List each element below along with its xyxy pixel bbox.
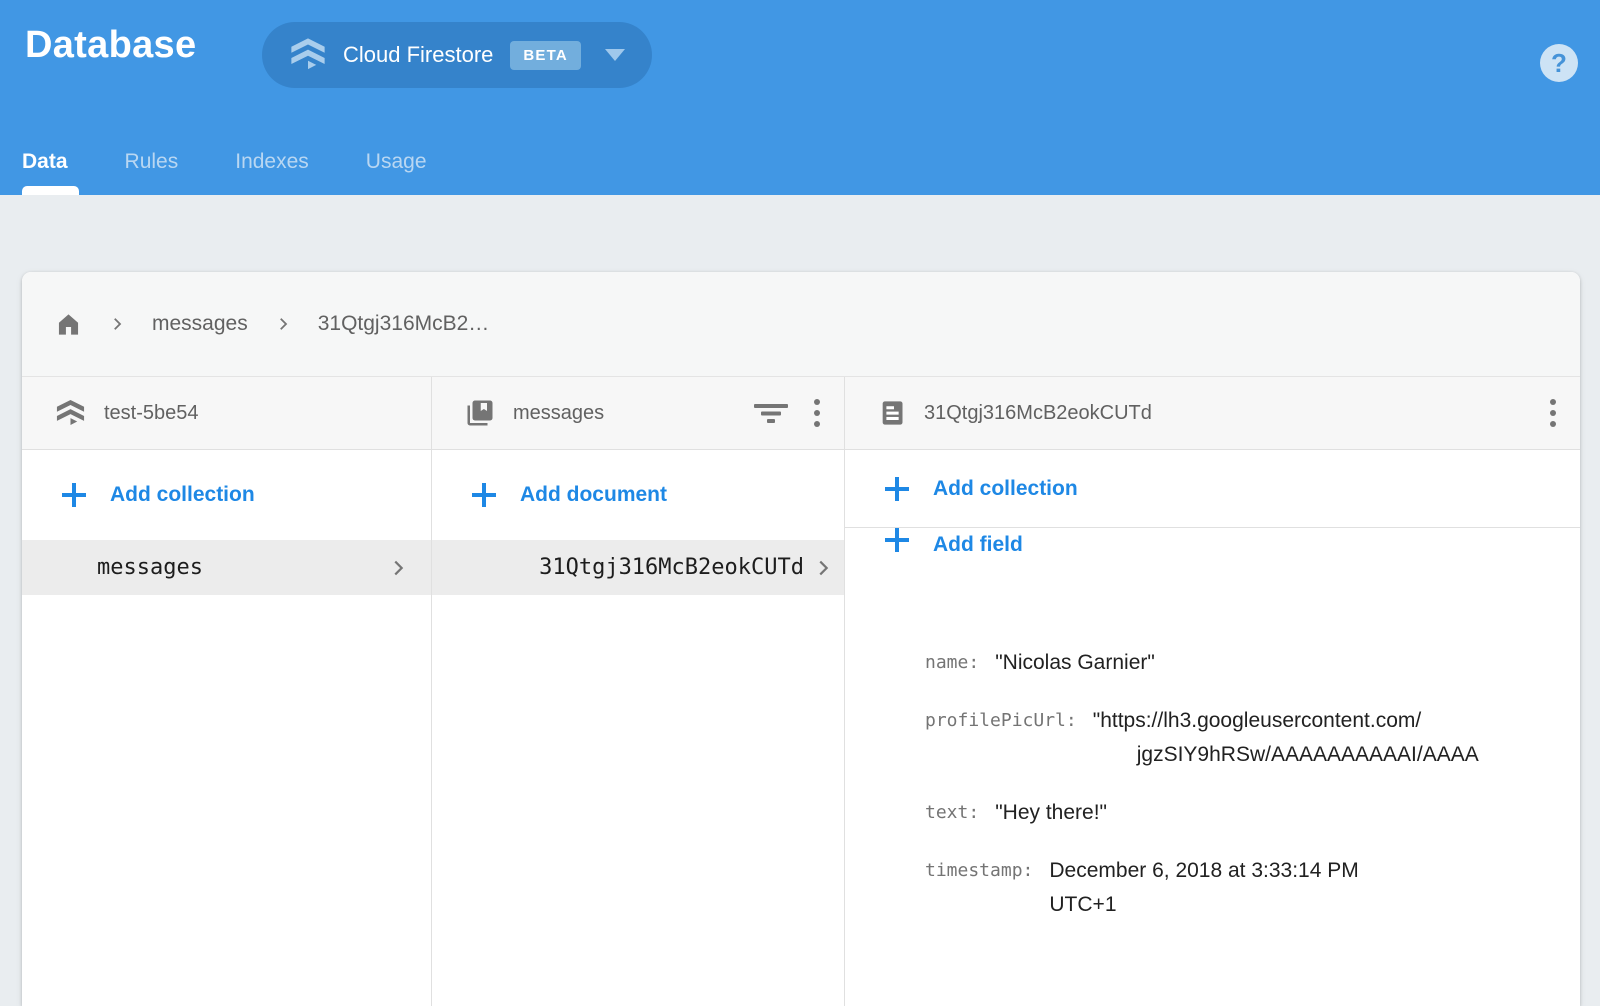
chevron-right-icon — [274, 315, 292, 333]
tab-usage[interactable]: Usage — [366, 150, 427, 174]
document-row[interactable]: 31Qtgj316McB2eokCUTd — [432, 540, 844, 595]
colon: : — [968, 646, 979, 680]
field-value-line2: jgzSIY9hRSw/AAAAAAAAAAI/AAAA — [1093, 738, 1479, 772]
tab-indexes[interactable]: Indexes — [235, 150, 309, 174]
breadcrumb-item-document[interactable]: 31Qtgj316McB2… — [318, 312, 490, 336]
plus-icon — [885, 477, 909, 501]
document-icon — [878, 399, 906, 427]
chevron-right-icon — [812, 557, 834, 579]
add-field-button[interactable]: Add field — [845, 528, 1580, 608]
chevron-right-icon — [108, 315, 126, 333]
field-timestamp[interactable]: timestamp: December 6, 2018 at 3:33:14 P… — [925, 854, 1580, 922]
firestore-icon — [55, 398, 86, 429]
column-database-root: test-5be54 Add collection messages — [22, 377, 432, 1006]
collection-row-messages[interactable]: messages — [22, 540, 431, 595]
active-tab-indicator — [22, 186, 79, 195]
add-collection-button[interactable]: Add collection — [845, 450, 1580, 528]
home-icon[interactable] — [55, 311, 82, 338]
add-document-button[interactable]: Add document — [432, 450, 844, 540]
database-name: test-5be54 — [104, 402, 199, 425]
field-value: December 6, 2018 at 3:33:14 PM UTC+1 — [1049, 854, 1358, 922]
app-header: Database Cloud Firestore BETA ? Data Rul… — [0, 0, 1600, 195]
colon: : — [1023, 854, 1034, 888]
collection-name: messages — [513, 402, 604, 425]
tab-data[interactable]: Data — [22, 150, 68, 174]
document-id: 31Qtgj316McB2eokCUTd — [924, 402, 1152, 425]
colon: : — [968, 796, 979, 830]
plus-icon — [62, 483, 86, 507]
help-icon: ? — [1551, 48, 1567, 79]
product-switcher[interactable]: Cloud Firestore BETA — [262, 22, 652, 88]
plus-icon — [472, 483, 496, 507]
field-value: "Nicolas Garnier" — [995, 646, 1155, 680]
field-value-line1: "https://lh3.googleusercontent.com/ — [1093, 704, 1479, 738]
field-value: "Hey there!" — [995, 796, 1107, 830]
plus-icon — [885, 528, 909, 552]
tab-bar: Data Rules Indexes Usage — [22, 129, 484, 195]
filter-icon[interactable] — [754, 400, 788, 426]
more-vert-icon[interactable] — [1550, 399, 1556, 427]
product-switcher-label: Cloud Firestore — [343, 42, 493, 68]
chevron-down-icon — [605, 49, 625, 61]
add-collection-button[interactable]: Add collection — [22, 450, 431, 540]
field-value: "https://lh3.googleusercontent.com/ jgzS… — [1093, 704, 1479, 772]
firestore-icon — [289, 36, 327, 74]
page-title: Database — [25, 24, 196, 67]
database-root-header: test-5be54 — [22, 377, 431, 450]
collection-header: messages — [432, 377, 844, 450]
field-value-line2: UTC+1 — [1049, 888, 1358, 922]
field-name[interactable]: name: "Nicolas Garnier" — [925, 646, 1580, 680]
column-collection: messages — [432, 377, 845, 1006]
breadcrumb: messages 31Qtgj316McB2… — [22, 272, 1580, 377]
firestore-data-panel: messages 31Qtgj316McB2… test-5be54 — [22, 272, 1580, 1006]
document-fields: name: "Nicolas Garnier" profilePicUrl: "… — [845, 632, 1580, 922]
help-button[interactable]: ? — [1540, 44, 1578, 82]
breadcrumb-item-collection[interactable]: messages — [152, 312, 248, 336]
tab-rules[interactable]: Rules — [125, 150, 179, 174]
document-header: 31Qtgj316McB2eokCUTd — [845, 377, 1580, 450]
beta-badge: BETA — [510, 41, 581, 70]
colon: : — [1066, 704, 1077, 738]
field-text[interactable]: text: "Hey there!" — [925, 796, 1580, 830]
chevron-right-icon — [387, 557, 409, 579]
column-document: 31Qtgj316McB2eokCUTd Add collection Add … — [845, 377, 1580, 1006]
collection-icon — [465, 398, 495, 428]
field-value-line1: December 6, 2018 at 3:33:14 PM — [1049, 854, 1358, 888]
field-profilePicUrl[interactable]: profilePicUrl: "https://lh3.googleuserco… — [925, 704, 1580, 772]
more-vert-icon[interactable] — [814, 399, 820, 427]
